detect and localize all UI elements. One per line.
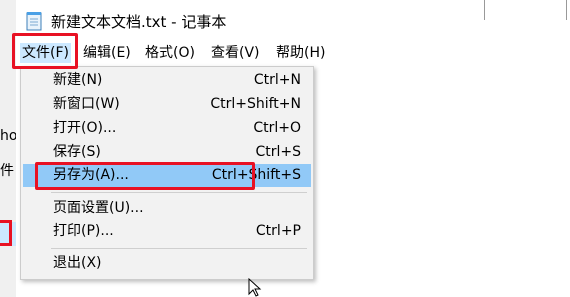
notepad-icon: [26, 12, 42, 31]
menu-item-label: 退出(X): [53, 255, 102, 271]
menu-view[interactable]: 查看(V): [209, 43, 262, 63]
menu-item-exit[interactable]: 退出(X): [23, 252, 311, 275]
menu-item-shortcut: Ctrl+Shift+N: [210, 96, 301, 112]
annotation-outline: [0, 220, 12, 246]
annotation-outline: [12, 33, 78, 69]
menu-item-page-setup[interactable]: 页面设置(U)...: [23, 197, 311, 220]
menu-separator: [51, 248, 307, 249]
menu-item-new[interactable]: 新建(N) Ctrl+N: [23, 69, 311, 92]
menu-bar: 文件(F) 编辑(E) 格式(O) 查看(V) 帮助(H): [16, 40, 570, 66]
menu-item-save[interactable]: 保存(S) Ctrl+S: [23, 141, 311, 164]
menu-item-label: 保存(S): [53, 144, 101, 160]
title-bar: 新建文本文档.txt - 记事本: [16, 0, 570, 40]
menu-item-label: 打印(P)...: [53, 223, 114, 239]
menu-format[interactable]: 格式(O): [143, 43, 197, 63]
menu-help[interactable]: 帮助(H): [274, 43, 327, 63]
title-divider: [566, 0, 567, 20]
menu-item-label: 打开(O)...: [53, 120, 117, 136]
menu-item-shortcut: Ctrl+N: [253, 72, 301, 88]
menu-item-shortcut: Ctrl+P: [255, 223, 301, 239]
menu-item-open[interactable]: 打开(O)... Ctrl+O: [23, 117, 311, 140]
background-text-fragment: 件: [0, 163, 14, 179]
notepad-window: 新建文本文档.txt - 记事本 文件(F) 编辑(E) 格式(O) 查看(V)…: [12, 0, 570, 297]
annotation-outline: [35, 162, 255, 190]
menu-item-shortcut: Ctrl+S: [255, 144, 301, 160]
mouse-cursor-icon: [248, 278, 262, 297]
background-text-fragment: ho: [0, 128, 18, 144]
title-divider: [484, 0, 485, 20]
menu-edit[interactable]: 编辑(E): [81, 43, 133, 63]
menu-item-shortcut: Ctrl+O: [253, 120, 301, 136]
window-title: 新建文本文档.txt - 记事本: [51, 13, 227, 31]
menu-item-label: 页面设置(U)...: [53, 200, 144, 216]
menu-item-print[interactable]: 打印(P)... Ctrl+P: [23, 220, 311, 243]
menu-item-label: 新建(N): [53, 72, 103, 88]
menu-item-new-window[interactable]: 新窗口(W) Ctrl+Shift+N: [23, 93, 311, 116]
menu-item-label: 新窗口(W): [53, 96, 120, 112]
menu-separator: [51, 192, 307, 193]
